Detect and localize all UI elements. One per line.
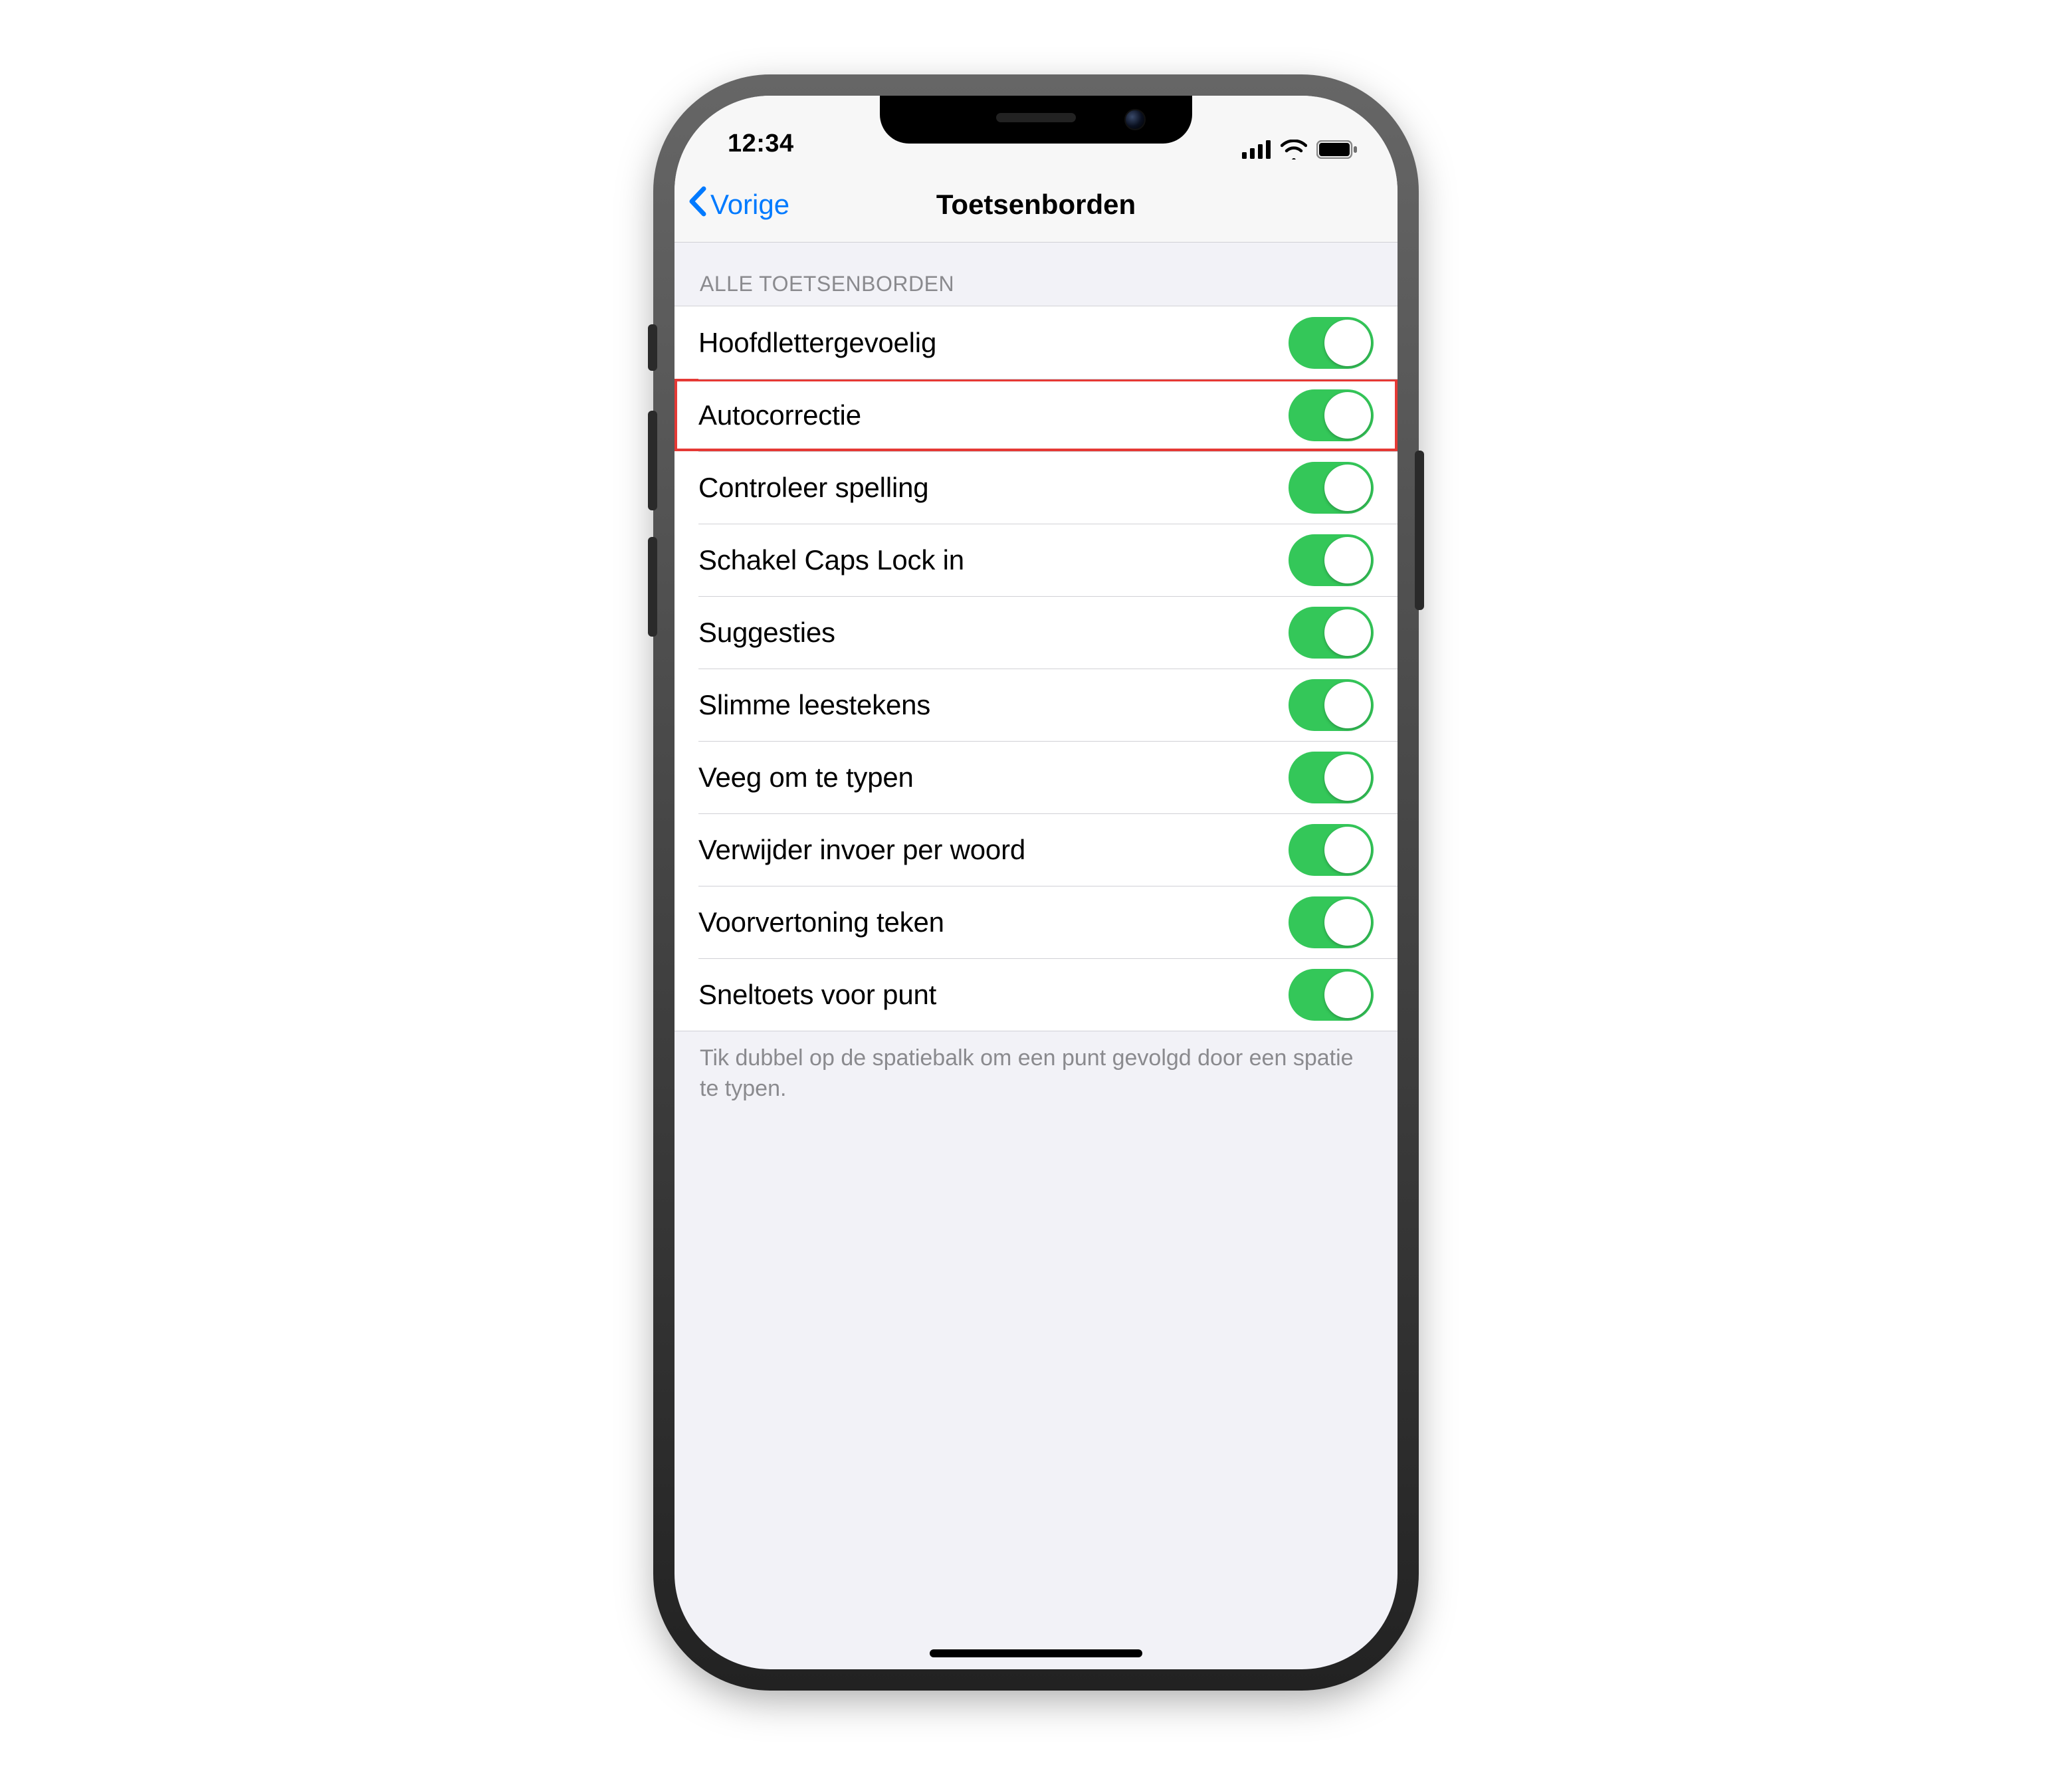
toggle-check-spelling[interactable]	[1289, 462, 1374, 514]
back-label: Vorige	[710, 189, 789, 221]
toggle-knob	[1324, 682, 1371, 728]
toggle-autocorrect[interactable]	[1289, 389, 1374, 441]
toggle-knob	[1324, 899, 1371, 946]
toggle-knob	[1324, 754, 1371, 801]
toggle-smart-punct[interactable]	[1289, 679, 1374, 731]
setting-row-caps-lock: Schakel Caps Lock in	[674, 524, 1398, 596]
toggle-knob	[1324, 972, 1371, 1018]
toggle-knob	[1324, 827, 1371, 873]
screen: 12:34	[674, 96, 1398, 1669]
setting-label: Hoofdlettergevoelig	[698, 327, 936, 359]
setting-row-auto-cap: Hoofdlettergevoelig	[674, 306, 1398, 379]
setting-row-period-shortcut: Sneltoets voor punt	[674, 958, 1398, 1031]
toggle-knob	[1324, 392, 1371, 439]
iphone-frame: 12:34	[657, 78, 1415, 1687]
toggle-caps-lock[interactable]	[1289, 534, 1374, 586]
cellular-signal-icon	[1242, 140, 1271, 159]
section-header: ALLE TOETSENBORDEN	[674, 243, 1398, 306]
battery-icon	[1316, 140, 1358, 159]
toggle-knob	[1324, 609, 1371, 656]
toggle-delete-word[interactable]	[1289, 824, 1374, 876]
status-time: 12:34	[728, 130, 794, 158]
toggle-slide-to-type[interactable]	[1289, 752, 1374, 803]
toggle-char-preview[interactable]	[1289, 896, 1374, 948]
setting-label: Controleer spelling	[698, 472, 928, 504]
chevron-left-icon	[688, 186, 708, 223]
wifi-icon	[1281, 140, 1307, 159]
setting-label: Voorvertoning teken	[698, 906, 944, 938]
toggle-knob	[1324, 320, 1371, 366]
page-title: Toetsenborden	[936, 189, 1136, 221]
setting-row-smart-punct: Slimme leestekens	[674, 669, 1398, 741]
toggle-knob	[1324, 537, 1371, 583]
setting-row-check-spelling: Controleer spelling	[674, 451, 1398, 524]
volume-up-button	[648, 411, 657, 510]
setting-row-delete-word: Verwijder invoer per woord	[674, 813, 1398, 886]
volume-down-button	[648, 537, 657, 637]
front-camera	[1124, 109, 1146, 130]
toggle-predictive[interactable]	[1289, 607, 1374, 659]
setting-row-slide-to-type: Veeg om te typen	[674, 741, 1398, 813]
setting-label: Schakel Caps Lock in	[698, 544, 964, 576]
mute-switch	[648, 324, 657, 371]
home-indicator[interactable]	[930, 1649, 1142, 1657]
setting-label: Sneltoets voor punt	[698, 979, 936, 1011]
section-footer: Tik dubbel op de spatiebalk om een punt …	[674, 1031, 1398, 1131]
power-button	[1415, 451, 1424, 610]
setting-label: Suggesties	[698, 617, 835, 649]
speaker-grille	[996, 113, 1076, 122]
toggle-auto-cap[interactable]	[1289, 317, 1374, 369]
toggle-period-shortcut[interactable]	[1289, 969, 1374, 1021]
setting-label: Slimme leestekens	[698, 689, 930, 721]
setting-row-char-preview: Voorvertoning teken	[674, 886, 1398, 958]
settings-list[interactable]: ALLE TOETSENBORDEN Hoofdlettergevoelig Au…	[674, 243, 1398, 1131]
toggle-knob	[1324, 465, 1371, 511]
setting-label: Autocorrectie	[698, 399, 861, 431]
back-button[interactable]: Vorige	[688, 167, 789, 242]
setting-row-autocorrect: Autocorrectie	[674, 379, 1398, 451]
nav-bar: Vorige Toetsenborden	[674, 167, 1398, 243]
setting-label: Veeg om te typen	[698, 762, 914, 793]
notch	[880, 96, 1192, 144]
setting-row-predictive: Suggesties	[674, 596, 1398, 669]
setting-label: Verwijder invoer per woord	[698, 834, 1025, 866]
